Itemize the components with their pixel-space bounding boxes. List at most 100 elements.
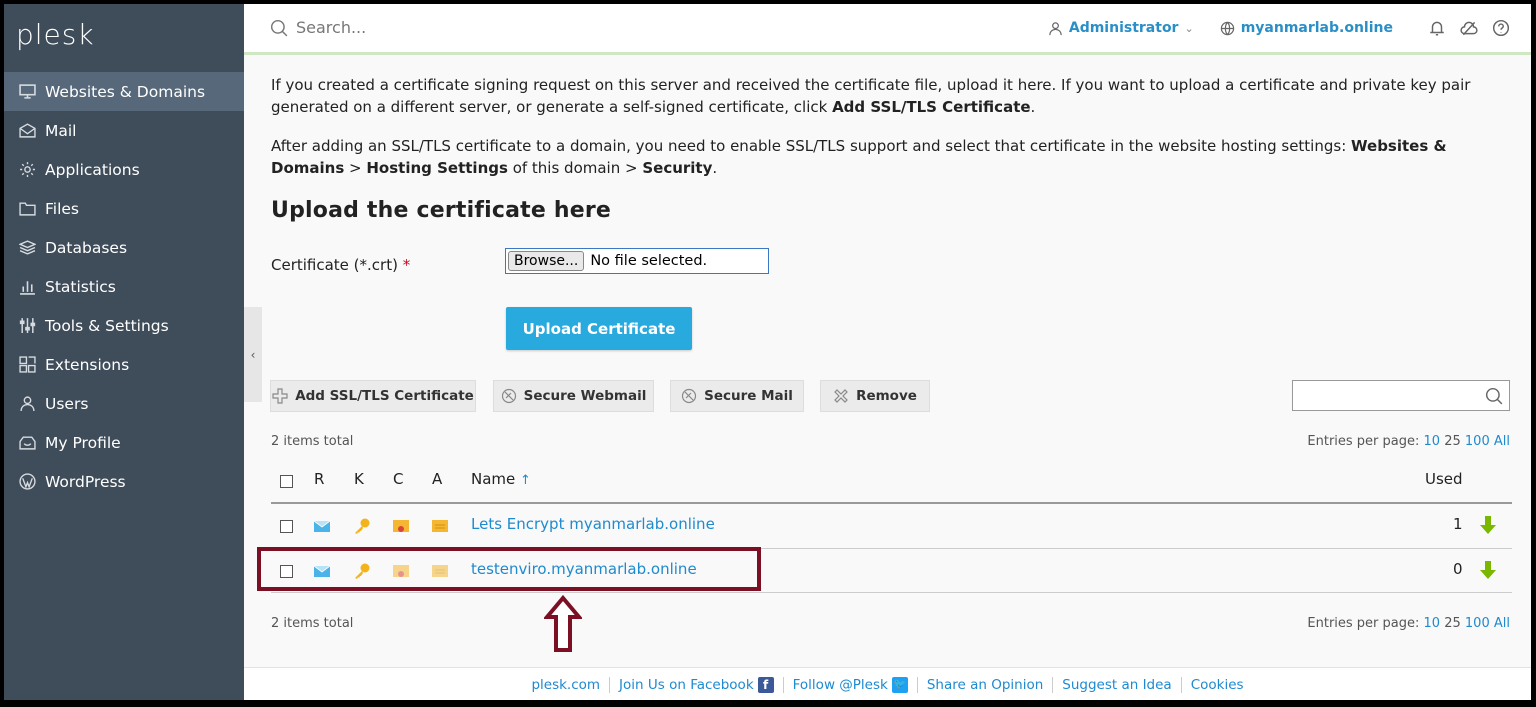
sidebar-item-databases[interactable]: Databases	[4, 228, 244, 267]
user-name: Administrator	[1068, 20, 1179, 36]
app-window: plesk Websites & Domains Mail Applicatio…	[4, 4, 1531, 700]
row-checkbox[interactable]	[280, 520, 293, 533]
sidebar-item-label: Tools & Settings	[45, 316, 169, 335]
profile-icon	[18, 434, 36, 452]
used-count: 0	[1453, 560, 1463, 578]
entries-option-all[interactable]: All	[1494, 616, 1510, 631]
remove-button[interactable]: Remove	[820, 380, 930, 412]
entries-option-100[interactable]: 100	[1465, 616, 1490, 631]
sidebar-item-label: Statistics	[45, 277, 116, 296]
search-input[interactable]: Search...	[296, 18, 366, 37]
column-used[interactable]: Used	[1425, 470, 1463, 488]
sidebar-item-label: Users	[45, 394, 89, 413]
facebook-icon: f	[757, 676, 774, 693]
remove-icon	[834, 389, 848, 403]
user-menu[interactable]: Administrator ⌄	[1048, 20, 1194, 36]
intro-paragraph-1: If you created a certificate signing req…	[271, 76, 1471, 116]
column-k[interactable]: K	[354, 470, 364, 488]
sidebar-item-label: WordPress	[45, 472, 126, 491]
sidebar: plesk Websites & Domains Mail Applicatio…	[4, 4, 244, 700]
plesk-logo[interactable]: plesk	[16, 18, 95, 51]
entries-option-all[interactable]: All	[1494, 434, 1510, 449]
download-icon[interactable]	[1479, 515, 1497, 535]
globe-icon	[1220, 21, 1234, 35]
ca-certificate-icon	[431, 517, 449, 539]
gear-icon	[18, 161, 36, 179]
blocks-icon	[18, 356, 36, 374]
wordpress-icon	[18, 473, 36, 491]
upload-certificate-button[interactable]: Upload Certificate	[506, 307, 692, 350]
sliders-icon	[18, 317, 36, 335]
sidebar-item-statistics[interactable]: Statistics	[4, 267, 244, 306]
search-icon	[270, 19, 288, 36]
footer-link-twitter[interactable]: Follow @Plesk 🐦	[784, 676, 918, 693]
entries-option-25[interactable]: 25	[1444, 616, 1461, 631]
sidebar-item-label: Extensions	[45, 355, 130, 374]
chevron-left-icon: ‹	[250, 347, 256, 362]
footer-link-cookies[interactable]: Cookies	[1182, 677, 1253, 693]
sidebar-item-files[interactable]: Files	[4, 189, 244, 228]
notifications-icon[interactable]	[1427, 18, 1447, 38]
secure-icon	[501, 388, 516, 404]
secure-mail-button[interactable]: Secure Mail	[670, 380, 804, 412]
sidebar-item-label: Databases	[45, 238, 128, 257]
secure-webmail-button[interactable]: Secure Webmail	[493, 380, 654, 412]
mail-icon	[313, 517, 331, 539]
sidebar-item-label: My Profile	[45, 433, 121, 452]
sidebar-item-extensions[interactable]: Extensions	[4, 345, 244, 384]
cloud-off-icon[interactable]	[1459, 18, 1479, 38]
sidebar-item-my-profile[interactable]: My Profile	[4, 423, 244, 462]
entries-option-10[interactable]: 10	[1424, 434, 1441, 449]
subscription-menu[interactable]: myanmarlab.online	[1220, 20, 1393, 36]
add-ssl-certificate-button[interactable]: Add SSL/TLS Certificate	[270, 380, 476, 412]
certificate-label: Certificate (*.crt) *	[271, 256, 411, 274]
sidebar-item-label: Websites & Domains	[45, 82, 206, 101]
sort-asc-icon: ↑	[520, 473, 531, 488]
sidebar-item-label: Mail	[45, 121, 77, 140]
monitor-icon	[18, 83, 36, 101]
used-count: 1	[1453, 515, 1463, 533]
sidebar-item-label: Applications	[45, 160, 140, 179]
list-search-input[interactable]	[1292, 380, 1510, 411]
help-icon[interactable]	[1491, 18, 1511, 38]
highlight-box	[257, 547, 761, 591]
certificate-link-lets-encrypt[interactable]: Lets Encrypt myanmarlab.online	[471, 515, 715, 533]
certificate-icon	[392, 517, 410, 539]
footer-link-opinion[interactable]: Share an Opinion	[918, 676, 1054, 693]
intro-paragraph-2: After adding an SSL/TLS certificate to a…	[271, 137, 1447, 177]
sidebar-item-tools-settings[interactable]: Tools & Settings	[4, 306, 244, 345]
column-name[interactable]: Name ↑	[471, 470, 531, 488]
entries-option-10[interactable]: 10	[1424, 616, 1441, 631]
user-icon	[1049, 21, 1062, 35]
items-total-top: 2 items total	[271, 434, 354, 449]
column-r[interactable]: R	[314, 470, 324, 488]
upload-heading: Upload the certificate here	[271, 198, 611, 223]
header-divider	[271, 502, 1512, 504]
footer-link-facebook[interactable]: Join Us on Facebook f	[610, 676, 784, 693]
entries-option-100[interactable]: 100	[1465, 434, 1490, 449]
footer-link-idea[interactable]: Suggest an Idea	[1053, 676, 1182, 693]
sidebar-collapse-button[interactable]: ‹	[244, 307, 262, 402]
user-icon	[18, 395, 36, 413]
intro-text: If you created a certificate signing req…	[271, 74, 1509, 196]
sidebar-item-wordpress[interactable]: WordPress	[4, 462, 244, 501]
domain-name: myanmarlab.online	[1240, 20, 1393, 36]
sidebar-item-websites-domains[interactable]: Websites & Domains	[4, 72, 244, 111]
download-icon[interactable]	[1479, 560, 1497, 580]
folder-icon	[18, 200, 36, 218]
column-a[interactable]: A	[432, 470, 442, 488]
sidebar-item-users[interactable]: Users	[4, 384, 244, 423]
entries-per-page-bottom: Entries per page: 10 25 100 All	[1307, 616, 1510, 631]
sidebar-item-mail[interactable]: Mail	[4, 111, 244, 150]
logo-text: plesk	[16, 18, 95, 51]
global-search[interactable]: Search...	[270, 18, 366, 37]
sidebar-item-applications[interactable]: Applications	[4, 150, 244, 189]
search-icon	[1485, 387, 1503, 405]
browse-button[interactable]: Browse...	[508, 251, 585, 271]
footer-link-plesk[interactable]: plesk.com	[522, 676, 611, 693]
column-c[interactable]: C	[393, 470, 403, 488]
select-all-checkbox[interactable]	[280, 475, 293, 488]
bar-chart-icon	[18, 278, 36, 296]
entries-option-25[interactable]: 25	[1444, 434, 1461, 449]
certificate-file-input[interactable]: Browse... No file selected.	[505, 248, 769, 274]
